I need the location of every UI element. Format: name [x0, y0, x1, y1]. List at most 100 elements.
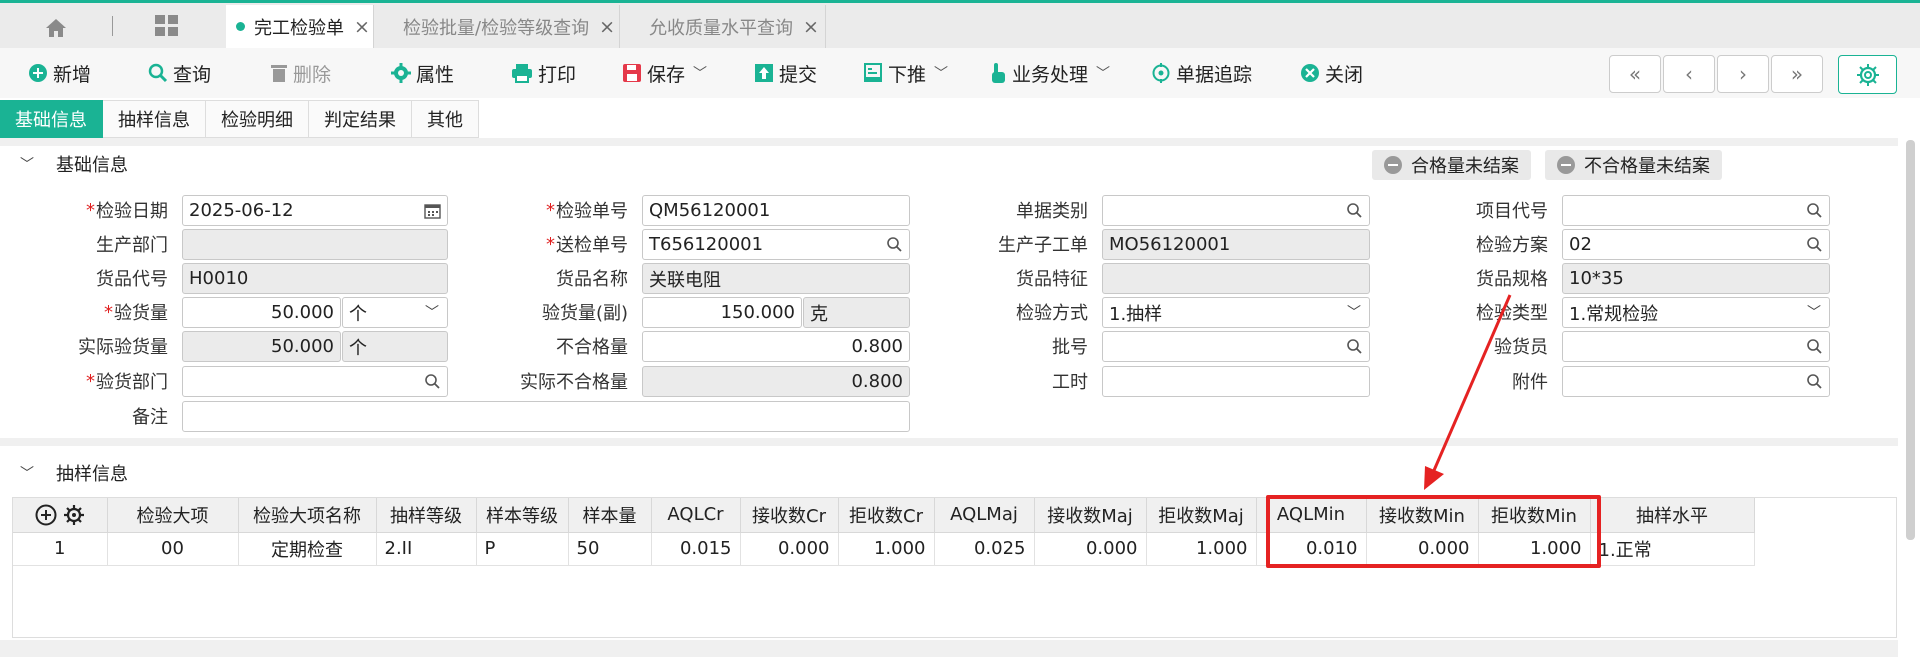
chevron-down-icon[interactable]: ﹀: [1096, 63, 1110, 83]
tab-judgement[interactable]: 判定结果: [309, 100, 412, 138]
submit-button[interactable]: 提交: [754, 60, 817, 86]
push-down-button[interactable]: 下推 ﹀: [863, 60, 948, 86]
close-icon[interactable]: ×: [599, 16, 615, 38]
minus-circle-icon: [1384, 156, 1402, 174]
close-button[interactable]: 关闭: [1300, 60, 1363, 86]
grid-menu-icon[interactable]: [154, 14, 182, 40]
search-icon[interactable]: [424, 373, 441, 390]
add-row-icon[interactable]: [35, 504, 57, 526]
cell[interactable]: 00: [107, 532, 239, 566]
column-header[interactable]: 样本量: [568, 498, 652, 533]
doc-type-field[interactable]: [1102, 195, 1370, 226]
column-header[interactable]: 样本等级: [476, 498, 569, 533]
new-button[interactable]: 新增: [28, 60, 91, 86]
search-icon[interactable]: [1806, 236, 1823, 253]
tab-other[interactable]: 其他: [412, 100, 479, 138]
fail-unclosed-badge[interactable]: 不合格量未结案: [1545, 150, 1722, 180]
column-header[interactable]: AQLCr: [651, 498, 741, 533]
calendar-icon[interactable]: [424, 202, 441, 219]
properties-button[interactable]: 属性: [391, 60, 454, 86]
last-record-button[interactable]: »: [1771, 55, 1823, 93]
column-header[interactable]: 拒收数Maj: [1146, 498, 1257, 533]
close-icon[interactable]: ×: [803, 16, 819, 38]
chevron-down-icon[interactable]: ﹀: [693, 63, 707, 83]
cell[interactable]: 1.正常: [1590, 532, 1755, 566]
label-actual-qty: 实际验货量: [78, 337, 168, 358]
gear-icon: [391, 63, 411, 83]
send-no-field[interactable]: T656120001: [642, 229, 910, 260]
search-icon[interactable]: [886, 236, 903, 253]
chevron-down-icon[interactable]: ﹀: [20, 463, 42, 483]
chevron-down-icon[interactable]: ﹀: [20, 154, 42, 174]
cell[interactable]: 0.025: [934, 532, 1035, 566]
project-field[interactable]: [1562, 195, 1830, 226]
cell[interactable]: 1.000: [838, 532, 935, 566]
column-header[interactable]: 检验大项名称: [238, 498, 377, 533]
hours-field[interactable]: [1102, 366, 1370, 397]
inspect-qty2-field[interactable]: 150.000: [642, 297, 802, 328]
settings-button[interactable]: [1838, 55, 1897, 94]
business-button[interactable]: 业务处理 ﹀: [989, 60, 1110, 86]
cell[interactable]: 2.II: [376, 532, 477, 566]
annotation-arrow: [1424, 294, 1512, 490]
tab-inspection-detail[interactable]: 检验明细: [206, 100, 309, 138]
method-select[interactable]: 1.抽样 ﹀: [1102, 297, 1370, 328]
plan-field[interactable]: 02: [1562, 229, 1830, 260]
cell[interactable]: 0.000: [1034, 532, 1147, 566]
tab-sampling-info[interactable]: 抽样信息: [103, 100, 206, 138]
search-icon[interactable]: [1346, 338, 1363, 355]
column-header[interactable]: AQLMaj: [934, 498, 1035, 533]
batch-field[interactable]: [1102, 331, 1370, 362]
delete-button[interactable]: 删除: [270, 60, 331, 86]
label-item-code: 货品代号: [96, 269, 168, 290]
inspect-qty-field[interactable]: 50.000: [182, 297, 341, 328]
inspect-dept-field[interactable]: [182, 366, 448, 397]
inspect-no-field[interactable]: QM56120001: [642, 195, 910, 226]
home-icon[interactable]: [38, 13, 74, 43]
column-header[interactable]: 接收数Cr: [740, 498, 839, 533]
label-inspect-qty2: 验货量(副): [541, 303, 628, 324]
gear-icon[interactable]: [63, 504, 85, 526]
query-button[interactable]: 查询: [148, 60, 211, 86]
ng-qty-field[interactable]: 0.800: [642, 331, 910, 362]
next-record-button[interactable]: ›: [1717, 55, 1769, 93]
attach-field[interactable]: [1562, 366, 1830, 397]
section-sampling-header[interactable]: ﹀ 抽样信息: [0, 453, 1900, 493]
tab-basic-info[interactable]: 基础信息: [0, 100, 103, 138]
inspector-field[interactable]: [1562, 331, 1830, 362]
print-button[interactable]: 打印: [511, 60, 576, 86]
search-icon[interactable]: [1806, 202, 1823, 219]
remark-field[interactable]: [182, 401, 910, 432]
search-icon[interactable]: [1806, 373, 1823, 390]
column-header[interactable]: 检验大项: [107, 498, 239, 533]
column-header[interactable]: 抽样水平: [1590, 498, 1755, 533]
vertical-scrollbar[interactable]: [1906, 140, 1915, 540]
tab-aql-query[interactable]: 允收质量水平查询 ×: [621, 5, 826, 48]
search-icon[interactable]: [1346, 202, 1363, 219]
save-button[interactable]: 保存 ﹀: [622, 60, 707, 86]
tab-batch-query[interactable]: 检验批量/检验等级查询 ×: [375, 5, 620, 48]
cell[interactable]: 0.015: [651, 532, 741, 566]
inspect-date-field[interactable]: 2025-06-12: [182, 195, 448, 226]
cell[interactable]: 1.000: [1146, 532, 1257, 566]
column-header[interactable]: 抽样等级: [376, 498, 477, 533]
first-record-button[interactable]: «: [1609, 55, 1661, 93]
tab-inspection-order[interactable]: 完工检验单 ×: [226, 5, 374, 48]
chevron-down-icon[interactable]: ﹀: [934, 63, 948, 83]
hand-pointer-icon: [992, 63, 1005, 83]
section-basic-info-header[interactable]: ﹀ 基础信息 合格量未结案 不合格量未结案: [0, 144, 1900, 184]
column-header[interactable]: 拒收数Cr: [838, 498, 935, 533]
trace-button[interactable]: 单据追踪: [1151, 60, 1252, 86]
cell[interactable]: P: [476, 532, 569, 566]
cell[interactable]: 定期检查: [238, 532, 377, 566]
column-header[interactable]: 接收数Maj: [1034, 498, 1147, 533]
cell[interactable]: 50: [568, 532, 652, 566]
inspect-unit-select[interactable]: 个 ﹀: [342, 297, 448, 328]
close-icon[interactable]: ×: [354, 16, 370, 38]
tab-bar: 完工检验单 × 检验批量/检验等级查询 × 允收质量水平查询 ×: [0, 0, 1920, 48]
type-select[interactable]: 1.常规检验 ﹀: [1562, 297, 1830, 328]
pass-unclosed-badge[interactable]: 合格量未结案: [1372, 150, 1531, 180]
search-icon[interactable]: [1806, 338, 1823, 355]
prev-record-button[interactable]: ‹: [1663, 55, 1715, 93]
cell[interactable]: 0.000: [740, 532, 839, 566]
